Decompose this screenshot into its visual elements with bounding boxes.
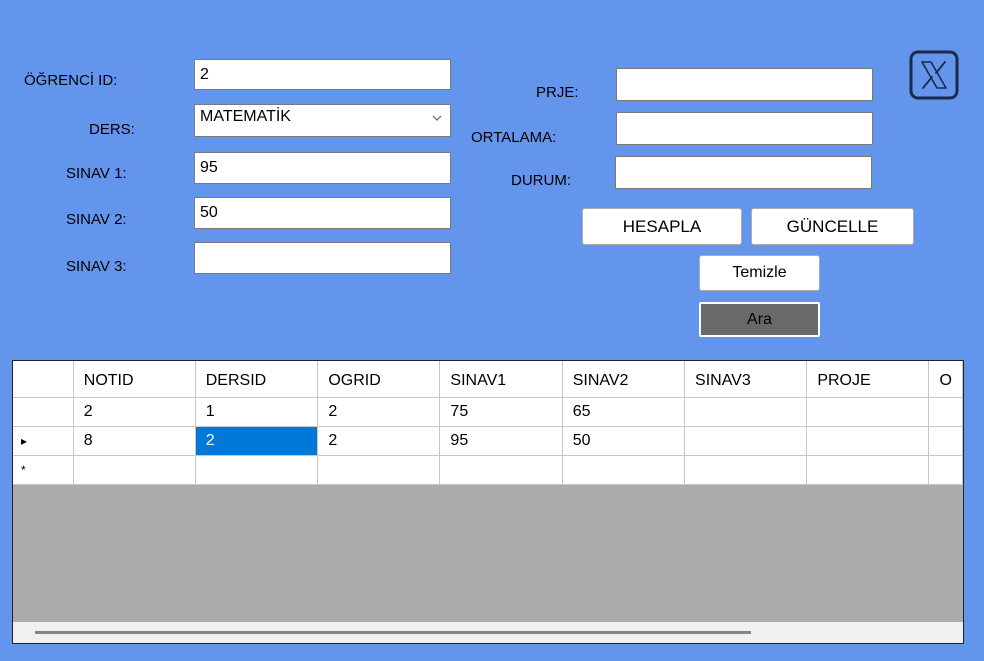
scrollbar-thumb[interactable] (35, 631, 751, 634)
row-header[interactable] (13, 396, 74, 427)
grid-cell[interactable]: 1 (194, 396, 319, 427)
column-header-ogrid[interactable]: OGRID (317, 361, 441, 398)
column-header-notid[interactable]: NOTID (72, 361, 196, 398)
column-header-partial[interactable]: O (928, 361, 963, 398)
data-grid-table: NOTID DERSID OGRID SINAV1 SINAV2 SINAV3 … (13, 361, 963, 485)
column-header-sinav3[interactable]: SINAV3 (684, 361, 808, 398)
grid-corner-cell (13, 361, 74, 398)
ders-select-value: MATEMATİK (200, 108, 291, 125)
sinav3-label: SINAV 3: (66, 258, 127, 275)
grid-cell[interactable] (928, 396, 963, 427)
durum-input[interactable] (615, 156, 872, 189)
ders-label: DERS: (89, 121, 135, 138)
sinav1-label: SINAV 1: (66, 165, 127, 182)
grid-cell[interactable] (194, 454, 319, 485)
sinav1-input[interactable] (194, 152, 451, 184)
row-header-new[interactable]: * (13, 454, 74, 485)
column-header-sinav2[interactable]: SINAV2 (561, 361, 686, 398)
temizle-button[interactable]: Temizle (699, 255, 820, 291)
grid-cell[interactable] (806, 454, 930, 485)
row-header-current[interactable]: ▸ (13, 425, 74, 456)
close-x-icon[interactable] (909, 50, 959, 100)
data-grid[interactable]: NOTID DERSID OGRID SINAV1 SINAV2 SINAV3 … (12, 360, 964, 644)
grid-cell[interactable] (317, 454, 441, 485)
grid-cell[interactable] (806, 396, 930, 427)
hesapla-button[interactable]: HESAPLA (582, 208, 742, 245)
grid-cell[interactable]: 2 (317, 396, 441, 427)
grid-cell[interactable]: 2 (72, 396, 196, 427)
sinav2-label: SINAV 2: (66, 211, 127, 228)
new-row[interactable]: * (13, 454, 963, 485)
guncelle-button[interactable]: GÜNCELLE (751, 208, 914, 245)
sinav2-input[interactable] (194, 197, 451, 229)
ortalama-label: ORTALAMA: (471, 129, 557, 146)
grid-cell[interactable]: 65 (561, 396, 686, 427)
grid-cell[interactable] (439, 454, 563, 485)
grid-cell[interactable]: 2 (317, 425, 441, 456)
grid-cell[interactable] (928, 425, 963, 456)
chevron-down-icon[interactable] (430, 111, 444, 125)
grid-cell[interactable] (928, 454, 963, 485)
column-header-proje[interactable]: PROJE (806, 361, 930, 398)
ortalama-input[interactable] (616, 112, 873, 145)
horizontal-scrollbar[interactable] (13, 622, 963, 643)
proje-input[interactable] (616, 68, 873, 101)
grid-cell[interactable]: 95 (439, 425, 563, 456)
durum-label: DURUM: (511, 172, 571, 189)
grid-header-row: NOTID DERSID OGRID SINAV1 SINAV2 SINAV3 … (13, 361, 963, 398)
ara-button[interactable]: Ara (699, 302, 820, 337)
grid-cell-selected[interactable]: 2 (194, 425, 319, 456)
proje-label: PRJE: (536, 84, 579, 101)
table-row[interactable]: ▸ 8 2 2 95 50 (13, 425, 963, 456)
table-row[interactable]: 2 1 2 75 65 (13, 396, 963, 427)
current-row-marker-icon: ▸ (21, 433, 28, 448)
grid-cell[interactable] (684, 454, 808, 485)
column-header-sinav1[interactable]: SINAV1 (439, 361, 563, 398)
ogrenci-id-label: ÖĞRENCİ ID: (24, 72, 118, 89)
grid-cell[interactable] (684, 396, 808, 427)
grid-cell[interactable]: 8 (72, 425, 196, 456)
grid-cell[interactable] (806, 425, 930, 456)
grid-cell[interactable] (561, 454, 686, 485)
ders-select[interactable]: MATEMATİK (194, 104, 451, 137)
ogrenci-id-input[interactable] (194, 59, 451, 90)
column-header-dersid[interactable]: DERSID (194, 361, 319, 398)
grid-cell[interactable] (72, 454, 196, 485)
grid-cell[interactable]: 50 (561, 425, 686, 456)
grid-cell[interactable]: 75 (439, 396, 563, 427)
sinav3-input[interactable] (194, 242, 451, 274)
grid-cell[interactable] (684, 425, 808, 456)
new-row-marker-icon: * (21, 462, 26, 477)
